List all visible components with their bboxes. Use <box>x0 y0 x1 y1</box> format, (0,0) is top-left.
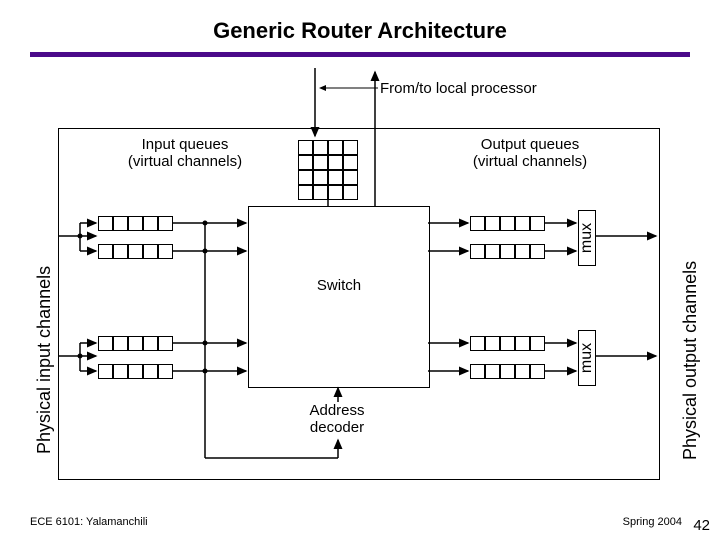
mux-1-label: mux <box>578 223 596 253</box>
input-queue-2a <box>98 336 173 351</box>
physical-output-label: Physical output channels <box>680 261 701 460</box>
output-queue-2b <box>470 364 545 379</box>
output-queue-1a <box>470 216 545 231</box>
input-q-line2: (virtual channels) <box>128 153 242 170</box>
input-q-line1: Input queues <box>142 136 229 153</box>
output-queue-1b <box>470 244 545 259</box>
addr-dec-line2: decoder <box>310 419 364 436</box>
local-queue <box>298 140 358 200</box>
footer-right: Spring 2004 <box>623 516 682 528</box>
footer-left: ECE 6101: Yalamanchili <box>30 516 148 528</box>
input-queue-1a <box>98 216 173 231</box>
diagram-area: From/to local processor Input queues (vi… <box>20 58 700 490</box>
physical-input-label: Physical input channels <box>34 266 55 454</box>
output-q-line2: (virtual channels) <box>473 153 587 170</box>
title-underline <box>30 52 690 57</box>
page-title: Generic Router Architecture <box>0 0 720 52</box>
input-queue-2b <box>98 364 173 379</box>
output-queues-label: Output queues (virtual channels) <box>440 136 620 170</box>
mux-1: mux <box>578 210 596 266</box>
switch-label: Switch <box>317 277 361 294</box>
address-decoder-label: Address decoder <box>282 402 392 436</box>
output-queue-2a <box>470 336 545 351</box>
input-queue-1b <box>98 244 173 259</box>
page-number: 42 <box>693 517 710 534</box>
mux-2-label: mux <box>578 343 596 373</box>
switch-box: Switch <box>248 206 430 388</box>
mux-2: mux <box>578 330 596 386</box>
output-q-line1: Output queues <box>481 136 579 153</box>
local-processor-label: From/to local processor <box>380 80 640 97</box>
input-queues-label: Input queues (virtual channels) <box>100 136 270 170</box>
addr-dec-line1: Address <box>309 402 364 419</box>
